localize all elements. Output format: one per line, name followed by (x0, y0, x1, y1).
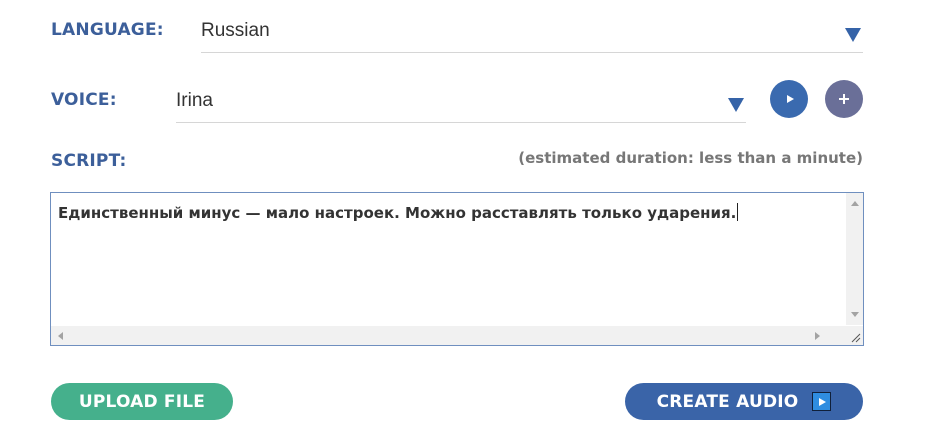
scroll-right-icon[interactable] (815, 332, 820, 340)
resize-grip-icon (851, 333, 861, 343)
voice-value: Irina (176, 90, 213, 111)
tts-form: LANGUAGE: Russian VOICE: Irina SCRIPT: (… (0, 0, 926, 436)
play-icon (812, 392, 832, 411)
create-audio-label: CREATE AUDIO (656, 391, 799, 412)
scroll-left-icon[interactable] (58, 332, 63, 340)
plus-icon (839, 94, 849, 104)
create-audio-button[interactable]: CREATE AUDIO (625, 383, 863, 420)
scroll-up-icon[interactable] (851, 201, 859, 206)
text-cursor (737, 203, 739, 221)
upload-file-button[interactable]: UPLOAD FILE (51, 383, 233, 420)
estimated-duration: (estimated duration: less than a minute) (518, 149, 863, 167)
voice-select[interactable]: Irina (176, 84, 746, 123)
upload-file-label: UPLOAD FILE (78, 391, 206, 412)
add-voice-button[interactable] (825, 80, 863, 118)
play-voice-button[interactable] (770, 80, 808, 118)
chevron-down-icon[interactable] (728, 98, 744, 112)
script-text: Единственный минус — мало настроек. Можн… (58, 204, 737, 222)
scroll-down-icon[interactable] (851, 312, 859, 317)
language-select[interactable]: Russian (201, 14, 863, 53)
play-icon (786, 95, 794, 103)
chevron-down-icon[interactable] (845, 28, 861, 42)
resize-handle[interactable] (846, 326, 863, 345)
horizontal-scrollbar[interactable] (51, 326, 846, 345)
vertical-scrollbar[interactable] (846, 193, 863, 325)
language-label: LANGUAGE: (51, 20, 164, 40)
voice-label: VOICE: (51, 90, 117, 110)
language-value: Russian (201, 20, 270, 41)
script-label: SCRIPT: (51, 151, 127, 171)
script-textarea[interactable]: Единственный минус — мало настроек. Можн… (50, 192, 864, 346)
